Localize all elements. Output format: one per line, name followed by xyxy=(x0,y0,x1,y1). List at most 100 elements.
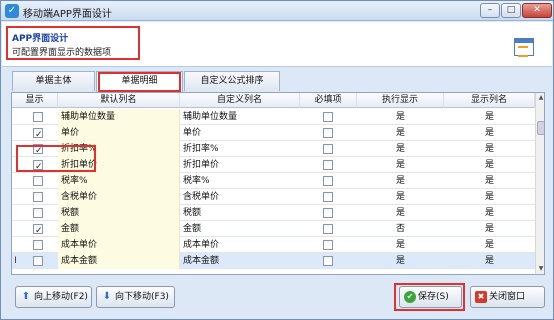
display-name-cell[interactable]: 是 xyxy=(444,141,535,157)
required-cell[interactable] xyxy=(300,157,357,173)
custom-name-cell[interactable]: 税额 xyxy=(180,205,300,221)
scroll-down-icon[interactable]: ▼ xyxy=(536,264,544,274)
scroll-thumb[interactable] xyxy=(537,121,544,135)
exec-display-cell[interactable]: 是 xyxy=(357,109,444,125)
tab-document-body[interactable]: 单据主体 xyxy=(12,71,95,91)
display-name-cell[interactable]: 是 xyxy=(444,205,535,221)
show-cell[interactable] xyxy=(12,221,58,237)
save-button[interactable]: ✔ 保存(S) xyxy=(399,286,462,308)
table-row[interactable]: 辅助单位数量 辅助单位数量 是是 xyxy=(12,109,535,125)
column-header-custom-name[interactable]: 自定义列名 xyxy=(180,93,300,108)
custom-name-cell[interactable]: 成本金额 xyxy=(180,253,300,269)
display-name-cell[interactable]: 是 xyxy=(444,125,535,141)
custom-name-cell[interactable]: 折扣率% xyxy=(180,141,300,157)
display-name-cell[interactable]: 是 xyxy=(444,189,535,205)
required-checkbox[interactable] xyxy=(323,224,333,234)
show-cell[interactable] xyxy=(12,109,58,125)
required-cell[interactable] xyxy=(300,221,357,237)
field-table: 显示 默认列名 自定义列名 必填项 执行显示 显示列名 辅助单位数量 辅助单位数量… xyxy=(11,92,545,275)
column-header-display-name[interactable]: 显示列名 xyxy=(444,93,535,108)
table-row[interactable]: 税率% 税率% 是是 xyxy=(12,173,535,189)
default-name-cell: 单价 xyxy=(58,125,180,141)
show-checkbox[interactable] xyxy=(33,256,43,266)
exec-display-cell[interactable]: 是 xyxy=(357,237,444,253)
show-cell[interactable] xyxy=(12,237,58,253)
tab-document-details[interactable]: 单据明细 xyxy=(96,71,183,92)
display-name-cell[interactable]: 是 xyxy=(444,253,535,269)
show-checkbox[interactable] xyxy=(33,127,43,141)
show-cell[interactable] xyxy=(12,125,58,141)
close-window-button[interactable]: ✕ xyxy=(522,3,552,18)
close-button[interactable]: ✖ 关闭窗口 xyxy=(470,286,545,308)
required-checkbox[interactable] xyxy=(323,112,333,122)
column-header-required[interactable]: 必填项 xyxy=(300,93,357,108)
required-cell[interactable] xyxy=(300,237,357,253)
column-header-default-name[interactable]: 默认列名 xyxy=(58,93,180,108)
show-checkbox[interactable] xyxy=(33,223,43,237)
exec-display-cell[interactable]: 是 xyxy=(357,173,444,189)
vertical-scrollbar[interactable]: ▲ ▼ xyxy=(535,93,544,274)
show-cell[interactable] xyxy=(12,189,58,205)
required-checkbox[interactable] xyxy=(323,144,333,154)
table-row[interactable]: 单价单价 是是 xyxy=(12,125,535,141)
required-checkbox[interactable] xyxy=(323,240,333,250)
maximize-button[interactable]: □ xyxy=(501,3,521,18)
table-row[interactable]: 含税单价 含税单价 是是 xyxy=(12,189,535,205)
required-checkbox[interactable] xyxy=(323,192,333,202)
custom-name-cell[interactable]: 单价 xyxy=(180,125,300,141)
required-checkbox[interactable] xyxy=(323,176,333,186)
move-up-button[interactable]: ⬆ 向上移动(F2) xyxy=(15,286,92,308)
exec-display-cell[interactable]: 是 xyxy=(357,253,444,269)
required-cell[interactable] xyxy=(300,189,357,205)
display-name-cell[interactable]: 是 xyxy=(444,221,535,237)
exec-display-cell[interactable]: 是 xyxy=(357,205,444,221)
display-name-cell[interactable]: 是 xyxy=(444,109,535,125)
required-cell[interactable] xyxy=(300,253,357,269)
exec-display-cell[interactable]: 是 xyxy=(357,125,444,141)
custom-name-cell[interactable]: 成本单价 xyxy=(180,237,300,253)
custom-name-cell[interactable]: 含税单价 xyxy=(180,189,300,205)
exec-display-cell[interactable]: 是 xyxy=(357,189,444,205)
table-row[interactable]: 成本单价 成本单价 是是 xyxy=(12,237,535,253)
tab-custom-formula-sort[interactable]: 自定义公式排序 xyxy=(184,71,280,91)
show-cell[interactable]: I xyxy=(12,253,58,269)
scroll-up-icon[interactable]: ▲ xyxy=(536,93,544,103)
table-row[interactable]: 税额 税额 是是 xyxy=(12,205,535,221)
move-down-button[interactable]: ⬇ 向下移动(F3) xyxy=(96,286,175,308)
required-cell[interactable] xyxy=(300,205,357,221)
show-cell[interactable] xyxy=(12,205,58,221)
show-checkbox[interactable] xyxy=(33,192,43,202)
required-cell[interactable] xyxy=(300,141,357,157)
custom-name-cell[interactable]: 辅助单位数量 xyxy=(180,109,300,125)
required-checkbox[interactable] xyxy=(323,128,333,138)
required-checkbox[interactable] xyxy=(323,256,333,266)
exec-display-cell[interactable]: 是 xyxy=(357,141,444,157)
show-checkbox[interactable] xyxy=(33,208,43,218)
table-row[interactable]: I 成本金额 成本金额 是是 xyxy=(12,253,535,269)
required-checkbox[interactable] xyxy=(323,208,333,218)
display-name-cell[interactable]: 是 xyxy=(444,237,535,253)
show-checkbox[interactable] xyxy=(33,112,43,122)
required-cell[interactable] xyxy=(300,109,357,125)
custom-name-cell[interactable]: 折扣单价 xyxy=(180,157,300,173)
default-name-cell: 税额 xyxy=(58,205,180,221)
close-icon: ✖ xyxy=(475,291,487,303)
exec-display-cell[interactable]: 否 xyxy=(357,221,444,237)
required-cell[interactable] xyxy=(300,173,357,189)
minimize-button[interactable]: – xyxy=(480,3,500,18)
show-checkbox[interactable] xyxy=(33,240,43,250)
table-row[interactable]: 金额金额 否是 xyxy=(12,221,535,237)
custom-name-cell[interactable]: 税率% xyxy=(180,173,300,189)
show-checkbox[interactable] xyxy=(33,176,43,186)
required-checkbox[interactable] xyxy=(323,160,333,170)
display-name-cell[interactable]: 是 xyxy=(444,173,535,189)
show-cell[interactable] xyxy=(12,173,58,189)
column-header-exec-display[interactable]: 执行显示 xyxy=(357,93,444,108)
custom-name-cell[interactable]: 金额 xyxy=(180,221,300,237)
exec-display-cell[interactable]: 是 xyxy=(357,157,444,173)
column-header-show[interactable]: 显示 xyxy=(12,93,58,108)
window-title: 移动端APP界面设计 xyxy=(23,9,112,20)
display-name-cell[interactable]: 是 xyxy=(444,157,535,173)
app-window: ✓ 移动端APP界面设计 – □ ✕ APP界面设计 可配置界面显示的数据项 单… xyxy=(0,0,554,320)
required-cell[interactable] xyxy=(300,125,357,141)
